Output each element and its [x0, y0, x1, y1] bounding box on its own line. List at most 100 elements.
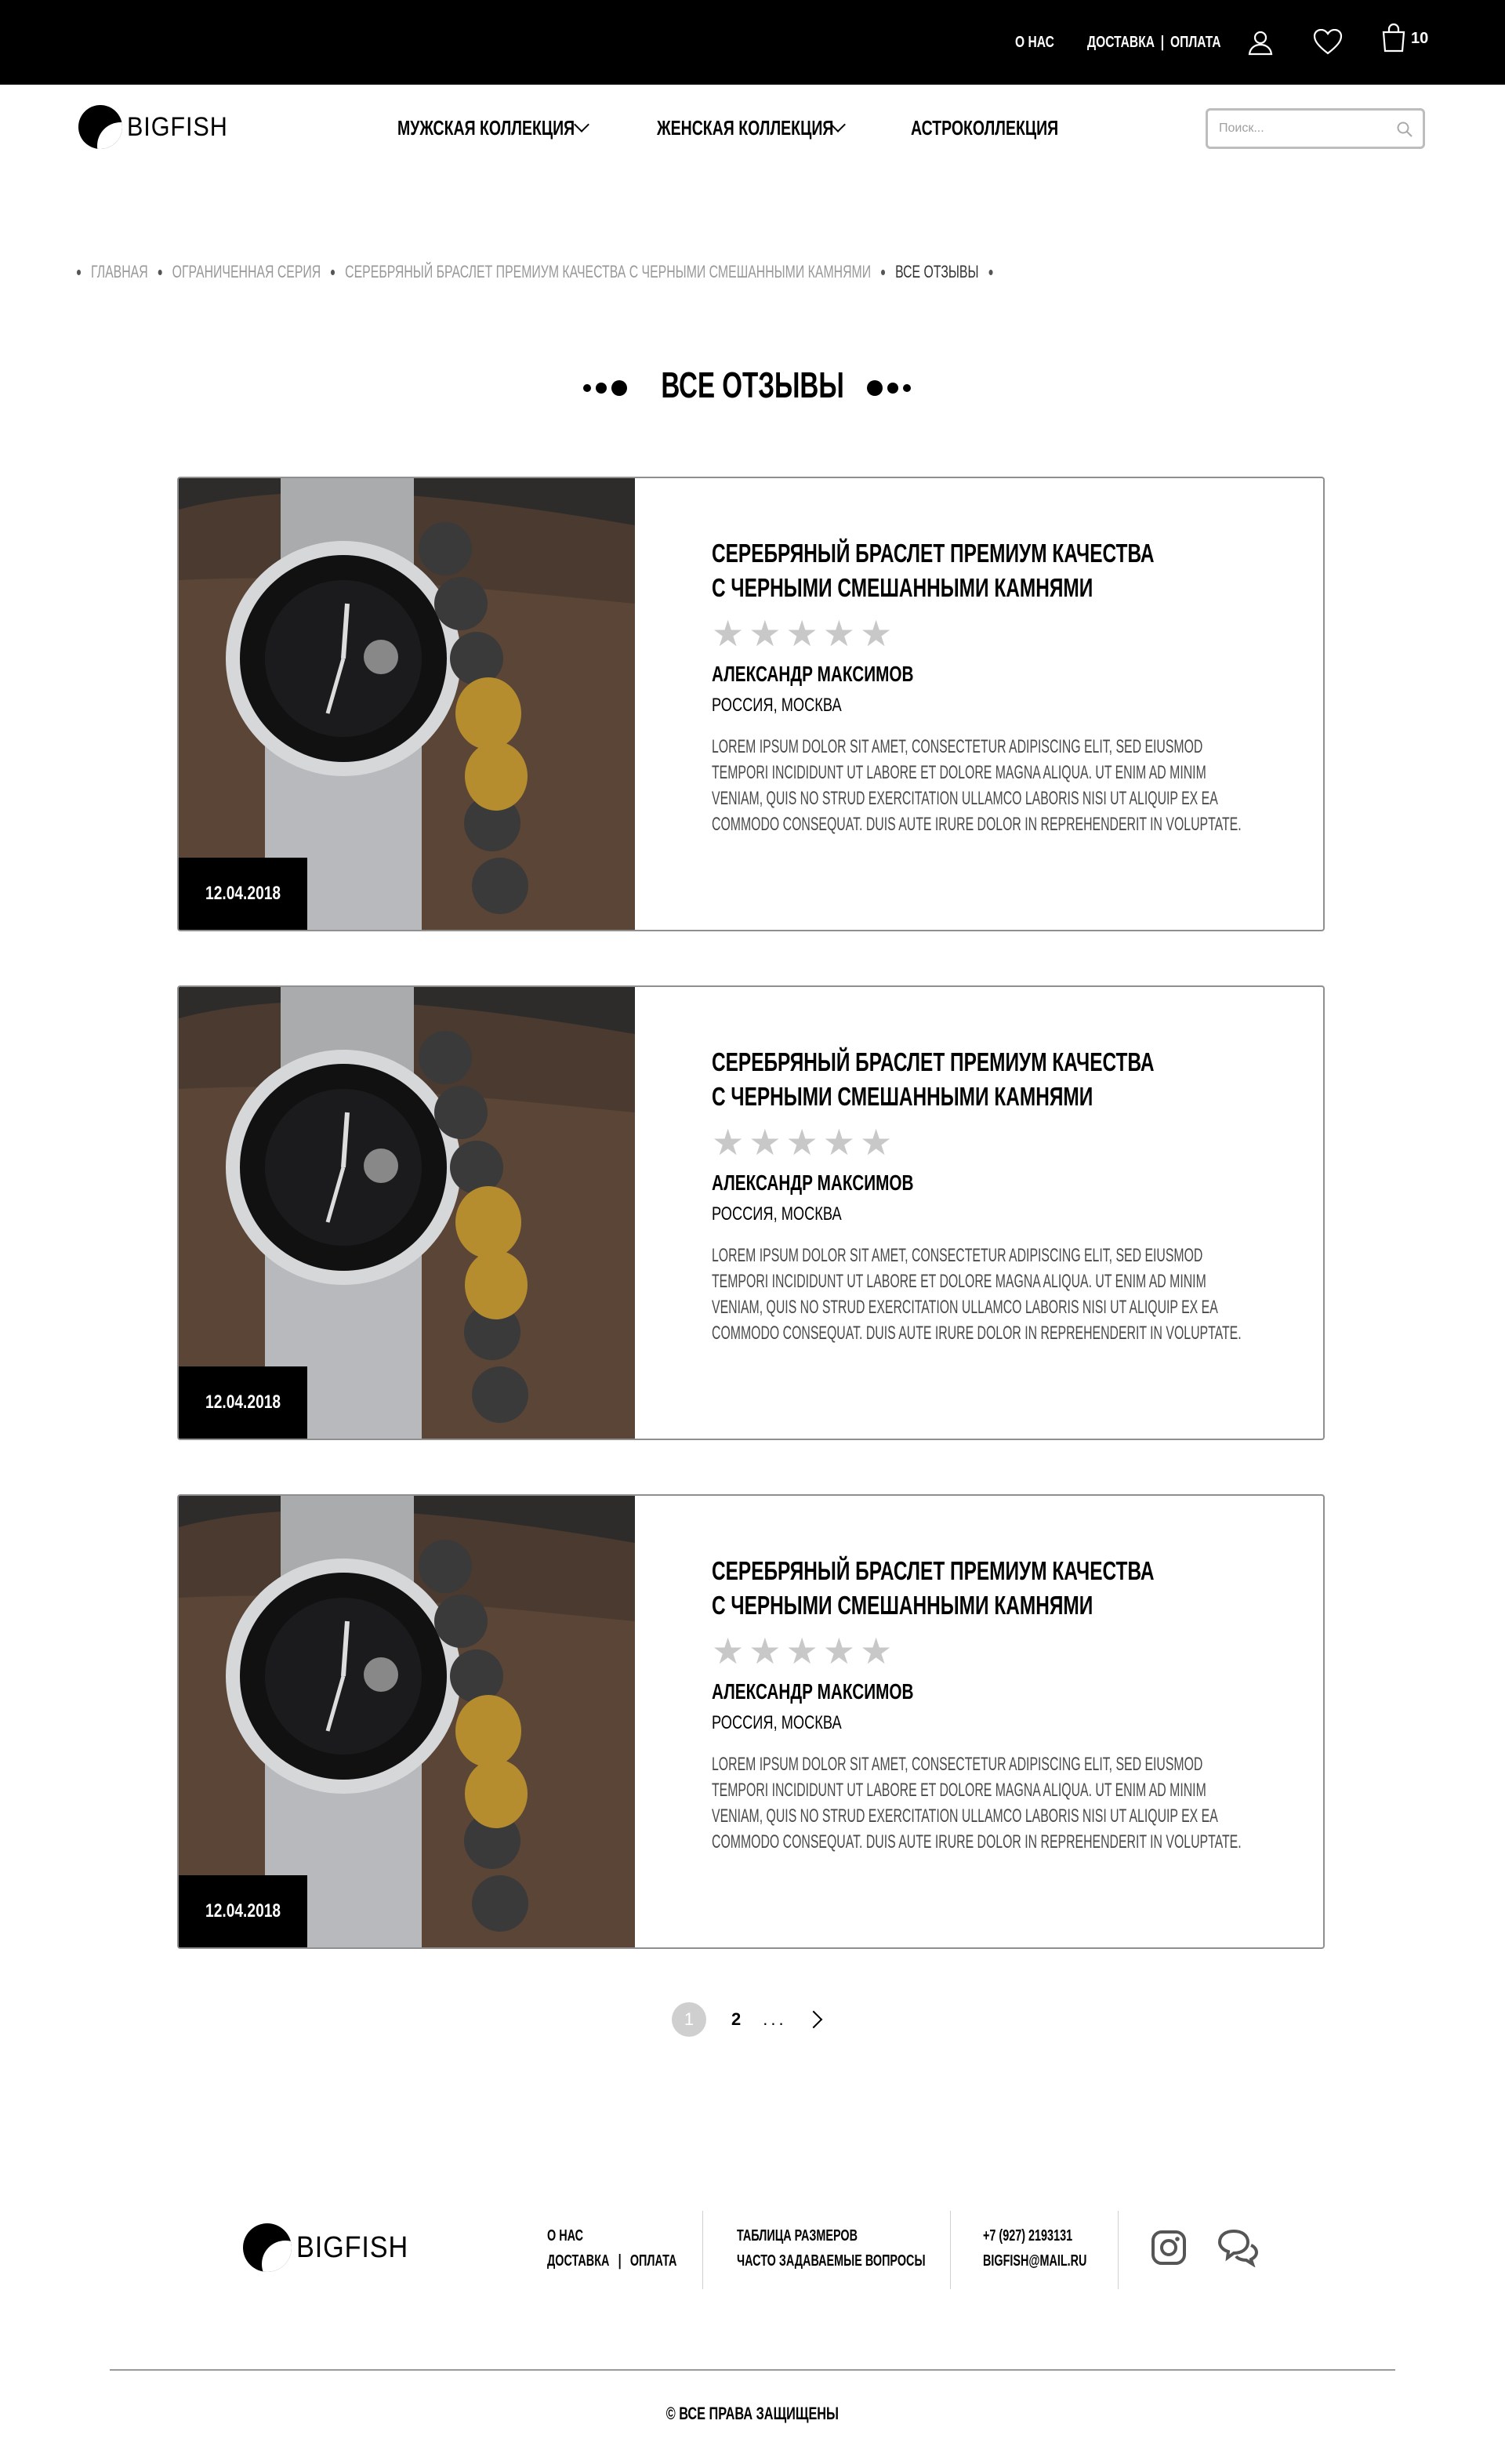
separator: | — [618, 2252, 622, 2270]
review-photo: 12.04.2018 — [179, 478, 635, 930]
review-date: 12.04.2018 — [179, 858, 307, 930]
nav-men-label: МУЖСКАЯ КОЛЛЕКЦИЯ — [397, 115, 575, 140]
review-location: РОССИЯ, МОСКВА — [712, 1712, 842, 1733]
star-icon: ★ — [712, 1122, 745, 1163]
nav-astro-label: АСТРОКОЛЛЕКЦИЯ — [911, 115, 1059, 140]
nav-men[interactable]: МУЖСКАЯ КОЛЛЕКЦИЯ — [397, 108, 634, 147]
logo[interactable]: BIGFISH — [78, 105, 239, 149]
review-location: РОССИЯ, МОСКВА — [712, 695, 842, 716]
nav-women-label: ЖЕНСКАЯ КОЛЛЕКЦИЯ — [657, 115, 834, 140]
title-section: ВСЕ ОТЗЫВЫ — [0, 359, 1505, 414]
footer-logo[interactable]: BIGFISH — [243, 2223, 421, 2272]
star-icon: ★ — [785, 1122, 818, 1163]
cart-count: 10 — [1411, 30, 1429, 47]
star-icon: ★ — [749, 1122, 782, 1163]
review-author: АЛЕКСАНДР МАКСИМОВ — [712, 662, 914, 686]
heart-icon[interactable] — [1311, 25, 1345, 60]
breadcrumb-product[interactable]: СЕРЕБРЯНЫЙ БРАСЛЕТ ПРЕМИУМ КАЧЕСТВА С ЧЕ… — [345, 262, 871, 282]
review-photo: 12.04.2018 — [179, 987, 635, 1439]
breadcrumb-current: ВСЕ ОТЗЫВЫ — [895, 262, 979, 281]
payment-link[interactable]: ОПЛАТА — [1170, 34, 1221, 52]
search-icon[interactable] — [1396, 121, 1413, 138]
star-icon: ★ — [860, 613, 893, 654]
faq-link[interactable]: ЧАСТО ЗАДАВАЕМЫЕ ВОПРОСЫ — [737, 2252, 926, 2270]
product-title[interactable]: СЕРЕБРЯНЫЙ БРАСЛЕТ ПРЕМИУМ КАЧЕСТВА С ЧЕР… — [712, 536, 1292, 605]
star-icon: ★ — [822, 1122, 855, 1163]
review-author: АЛЕКСАНДР МАКСИМОВ — [712, 1170, 914, 1195]
footer-col-help: ТАБЛИЦА РАЗМЕРОВ ЧАСТО ЗАДАВАЕМЫЕ ВОПРОС… — [737, 2223, 999, 2273]
page-2-button[interactable]: 2 — [731, 2009, 741, 2030]
search-input[interactable] — [1208, 111, 1380, 147]
star-icon: ★ — [860, 1631, 893, 1671]
star-icon: ★ — [822, 1631, 855, 1671]
review-photo: 12.04.2018 — [179, 1496, 635, 1947]
search-box — [1206, 108, 1425, 149]
instagram-icon[interactable] — [1151, 2230, 1187, 2266]
review-card: 12.04.2018 СЕРЕБРЯНЫЙ БРАСЛЕТ ПРЕМИУМ КА… — [177, 1494, 1325, 1949]
breadcrumb-home[interactable]: ГЛАВНАЯ — [91, 262, 148, 282]
footer-logo-text: BIGFISH — [296, 2230, 409, 2264]
page-title: ВСЕ ОТЗЫВЫ — [661, 365, 844, 405]
bullet — [77, 269, 82, 275]
chevron-right-icon[interactable] — [804, 2010, 822, 2029]
delivery-link[interactable]: ДОСТАВКА — [1087, 34, 1155, 52]
bag-icon[interactable] — [1376, 20, 1411, 55]
copyright: © ВСЕ ПРАВА ЗАЩИЩЕНЫ — [665, 2404, 840, 2423]
product-title[interactable]: СЕРЕБРЯНЫЙ БРАСЛЕТ ПРЕМИУМ КАЧЕСТВА С ЧЕР… — [712, 1045, 1292, 1114]
footer-payment-link[interactable]: ОПЛАТА — [630, 2252, 677, 2270]
bullet — [881, 269, 886, 275]
divider — [950, 2211, 951, 2289]
review-date: 12.04.2018 — [179, 1875, 307, 1947]
review-location: РОССИЯ, МОСКВА — [712, 1203, 842, 1225]
star-icon: ★ — [822, 613, 855, 654]
top-bar: О НАС ДОСТАВКА | ОПЛАТА 10 — [0, 0, 1505, 85]
nav-astro[interactable]: АСТРОКОЛЛЕКЦИЯ — [911, 108, 1108, 147]
star-icon: ★ — [749, 613, 782, 654]
review-content: СЕРЕБРЯНЫЙ БРАСЛЕТ ПРЕМИУМ КАЧЕСТВА С ЧЕР… — [712, 536, 1292, 837]
logo-mark — [78, 105, 122, 149]
email-link[interactable]: BIGFISH@MAIL.RU — [983, 2252, 1086, 2270]
star-icon: ★ — [785, 1631, 818, 1671]
pagination-ellipsis: ... — [763, 2009, 787, 2029]
star-icon: ★ — [712, 1631, 745, 1671]
review-content: СЕРЕБРЯНЫЙ БРАСЛЕТ ПРЕМИУМ КАЧЕСТВА С ЧЕР… — [712, 1045, 1292, 1346]
bullet — [988, 269, 993, 275]
about-link[interactable]: О НАС — [1015, 0, 1054, 85]
review-text: Lorem ipsum dolor sit amet, consectetur … — [712, 736, 1242, 835]
divider — [1118, 2211, 1119, 2289]
footer-delivery-link[interactable]: ДОСТАВКА — [547, 2252, 609, 2270]
review-content: СЕРЕБРЯНЫЙ БРАСЛЕТ ПРЕМИУМ КАЧЕСТВА С ЧЕР… — [712, 1554, 1292, 1855]
star-icon: ★ — [860, 1122, 893, 1163]
pagination: 1 2 ... — [672, 2002, 822, 2037]
rating-stars: ★ ★ ★ ★ ★ — [712, 1122, 1292, 1163]
logo-mark — [243, 2223, 292, 2272]
logo-text: BIGFISH — [127, 111, 228, 142]
star-icon: ★ — [785, 613, 818, 654]
footer-about-link[interactable]: О НАС — [547, 2227, 583, 2244]
review-text: Lorem ipsum dolor sit amet, consectetur … — [712, 1754, 1242, 1853]
user-icon[interactable] — [1243, 25, 1278, 60]
star-icon: ★ — [749, 1631, 782, 1671]
divider — [702, 2211, 703, 2289]
bullet — [331, 269, 335, 275]
review-card: 12.04.2018 СЕРЕБРЯНЫЙ БРАСЛЕТ ПРЕМИУМ КА… — [177, 477, 1325, 931]
size-table-link[interactable]: ТАБЛИЦА РАЗМЕРОВ — [737, 2227, 858, 2244]
chevron-down-icon — [574, 117, 589, 132]
review-text: Lorem ipsum dolor sit amet, consectetur … — [712, 1245, 1242, 1344]
page-1-button[interactable]: 1 — [672, 2002, 706, 2037]
breadcrumb: ГЛАВНАЯ ОГРАНИЧЕННАЯ СЕРИЯ СЕРЕБРЯНЫЙ БР… — [77, 260, 1363, 284]
product-title[interactable]: СЕРЕБРЯНЫЙ БРАСЛЕТ ПРЕМИУМ КАЧЕСТВА С ЧЕР… — [712, 1554, 1292, 1623]
rating-stars: ★ ★ ★ ★ ★ — [712, 1631, 1292, 1671]
chat-icon[interactable] — [1217, 2228, 1259, 2267]
rating-stars: ★ ★ ★ ★ ★ — [712, 613, 1292, 654]
delivery-payment-links: ДОСТАВКА | ОПЛАТА — [1087, 0, 1221, 85]
footer-divider — [110, 2369, 1395, 2371]
nav-women[interactable]: ЖЕНСКАЯ КОЛЛЕКЦИЯ — [657, 108, 892, 147]
phone-link[interactable]: +7 (927) 2193131 — [983, 2227, 1072, 2244]
footer-col-contacts: +7 (927) 2193131 BIGFISH@MAIL.RU — [983, 2223, 1127, 2273]
breadcrumb-limited[interactable]: ОГРАНИЧЕННАЯ СЕРИЯ — [172, 262, 321, 282]
footer-col-info: О НАС ДОСТАВКА | ОПЛАТА — [547, 2223, 727, 2273]
separator: | — [1160, 33, 1165, 51]
review-date: 12.04.2018 — [179, 1366, 307, 1439]
title-dots-right — [867, 380, 911, 396]
